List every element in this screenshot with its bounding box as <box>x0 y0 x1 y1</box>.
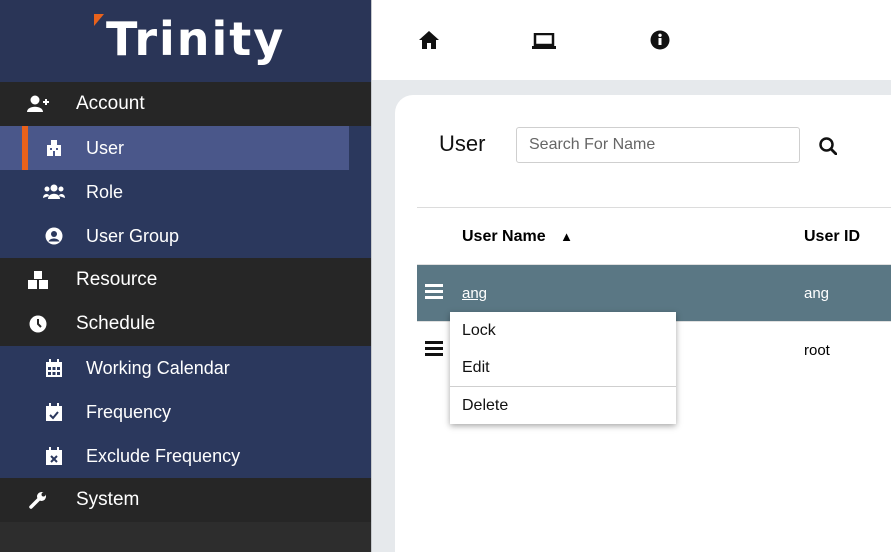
sidebar-item-role-label: Role <box>86 181 124 202</box>
user-building-icon <box>0 139 86 157</box>
logo-mark <box>94 14 104 26</box>
sidebar-item-role[interactable]: Role <box>0 170 371 214</box>
sidebar-group-account[interactable]: Account <box>0 82 371 126</box>
column-header-user-name[interactable]: User Name ▲ <box>462 228 573 246</box>
search-input[interactable] <box>516 127 800 163</box>
row-menu-icon[interactable] <box>425 283 443 303</box>
sidebar: Trinity Account User Role User Group Res… <box>0 0 372 552</box>
sidebar-item-working-calendar-label: Working Calendar <box>86 357 230 378</box>
sidebar-item-working-calendar[interactable]: Working Calendar <box>0 346 371 390</box>
row-menu-icon[interactable] <box>425 340 443 360</box>
sidebar-item-user-label: User <box>86 137 125 158</box>
user-id-cell: root <box>804 342 830 359</box>
user-circle-icon <box>0 227 86 245</box>
sidebar-group-resource[interactable]: Resource <box>0 258 371 302</box>
sidebar-group-system[interactable]: System <box>0 478 371 522</box>
sidebar-item-frequency[interactable]: Frequency <box>0 390 371 434</box>
menu-item-edit[interactable]: Edit <box>450 349 676 386</box>
sidebar-group-account-label: Account <box>76 93 145 114</box>
sidebar-item-user-group-label: User Group <box>86 225 180 246</box>
sidebar-group-resource-label: Resource <box>76 269 158 290</box>
wrench-icon <box>0 491 76 509</box>
sort-asc-icon: ▲ <box>560 229 573 244</box>
home-icon[interactable] <box>418 30 440 55</box>
calendar-icon <box>0 359 86 377</box>
cubes-icon <box>0 271 76 289</box>
calendar-check-icon <box>0 403 86 421</box>
page-title: User <box>439 131 486 156</box>
laptop-icon[interactable] <box>532 32 556 54</box>
column-header-user-id[interactable]: User ID <box>804 228 860 246</box>
sidebar-item-frequency-label: Frequency <box>86 401 172 422</box>
sidebar-item-user-group[interactable]: User Group <box>0 214 371 258</box>
logo: Trinity <box>0 0 371 82</box>
user-name-link[interactable]: ang <box>462 285 487 302</box>
table-header: User Name ▲ User ID <box>417 208 891 264</box>
topbar <box>372 0 891 80</box>
sidebar-item-user[interactable]: User <box>0 126 349 170</box>
info-icon[interactable] <box>650 30 670 55</box>
users-icon <box>0 184 86 200</box>
sidebar-group-schedule[interactable]: Schedule <box>0 302 371 346</box>
context-menu: Lock Edit Delete <box>450 312 676 424</box>
search-icon[interactable] <box>819 137 838 160</box>
calendar-times-icon <box>0 447 86 465</box>
menu-item-delete[interactable]: Delete <box>450 386 676 424</box>
sidebar-group-schedule-label: Schedule <box>76 313 156 334</box>
clock-icon <box>0 315 76 333</box>
logo-text: Trinity <box>106 12 286 66</box>
user-id-cell: ang <box>804 285 830 302</box>
user-plus-icon <box>0 95 76 113</box>
sidebar-item-exclude-frequency[interactable]: Exclude Frequency <box>0 434 371 478</box>
sidebar-item-exclude-frequency-label: Exclude Frequency <box>86 445 241 466</box>
sidebar-group-system-label: System <box>76 489 140 510</box>
menu-item-lock[interactable]: Lock <box>450 312 676 349</box>
